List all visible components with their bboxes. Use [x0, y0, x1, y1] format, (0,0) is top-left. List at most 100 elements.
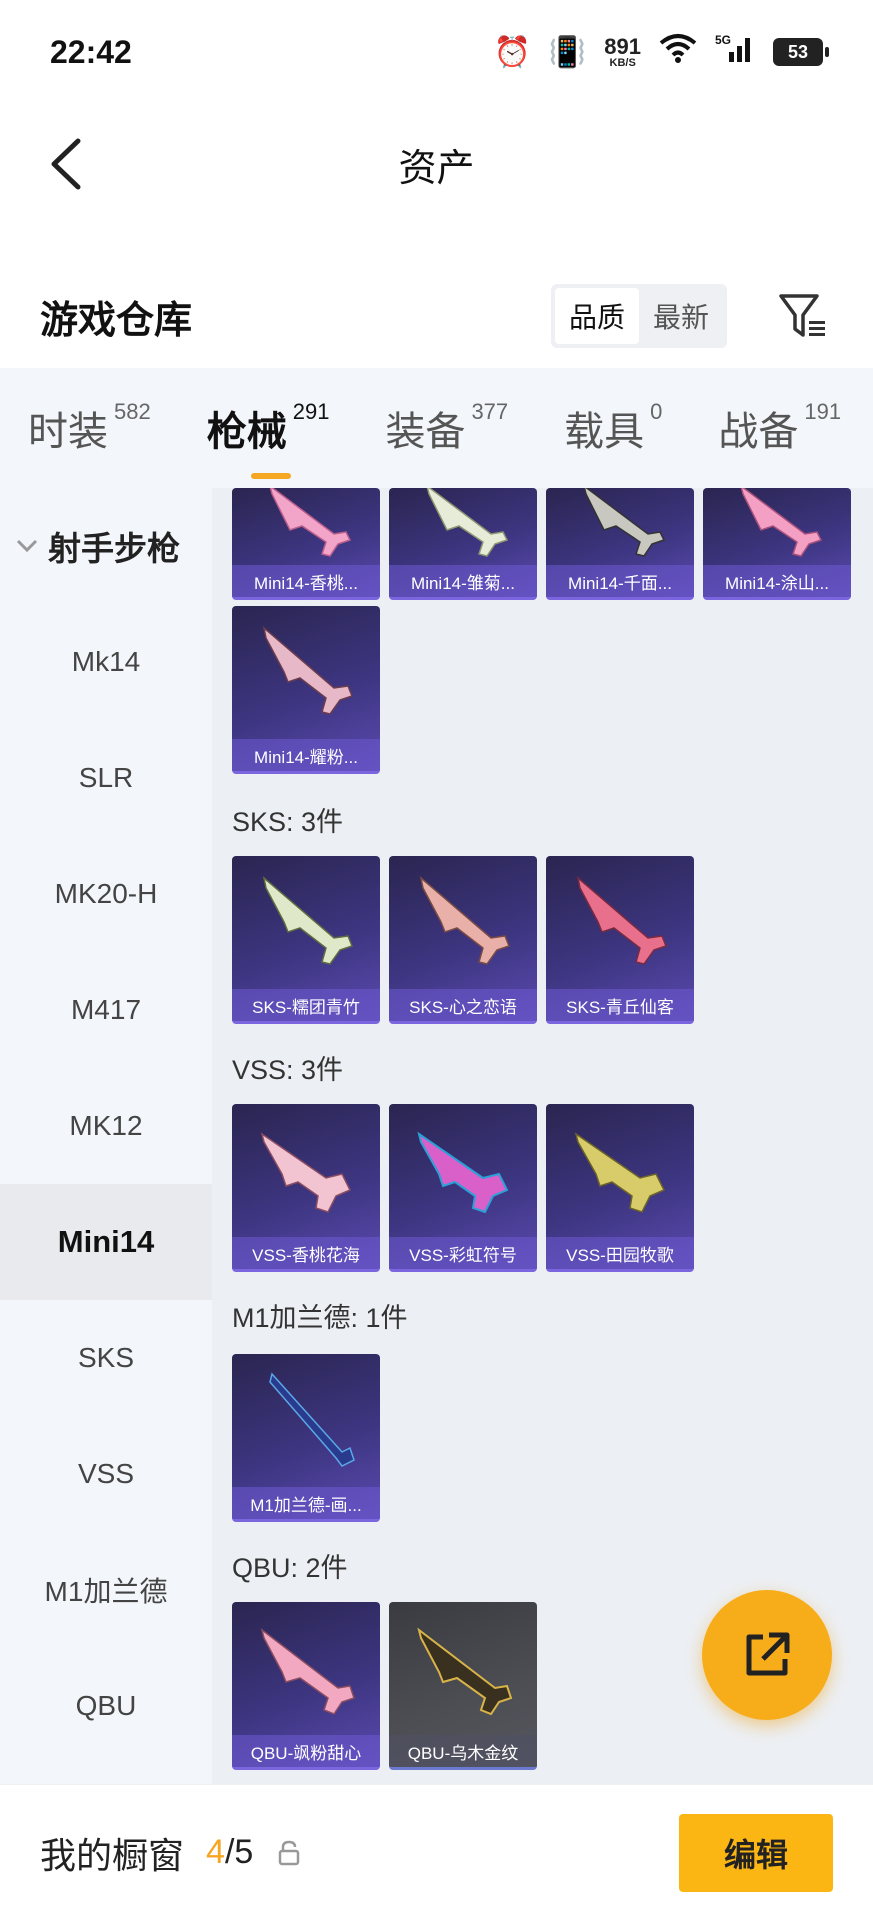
- share-button[interactable]: [702, 1590, 832, 1720]
- sidebar-item-sks[interactable]: SKS: [0, 1300, 212, 1416]
- item-name: Mini14-香桃...: [232, 565, 380, 597]
- rifle-icon: [426, 488, 509, 557]
- sniper-icon: [260, 1132, 352, 1213]
- item-name: Mini14-涂山...: [703, 565, 851, 597]
- vibrate-icon: 📳: [548, 35, 587, 69]
- item-name: Mini14-雏菊...: [389, 565, 537, 597]
- tab-guns[interactable]: 枪械 291: [206, 399, 330, 479]
- rifle-icon: [269, 1372, 355, 1467]
- tab-label: 装备: [385, 410, 466, 454]
- item-card[interactable]: QBU-乌木金纹: [389, 1602, 537, 1770]
- item-card[interactable]: QBU-飒粉甜心: [232, 1602, 380, 1770]
- alarm-icon: ⏰: [493, 35, 531, 69]
- section-header-sks: SKS: 3件: [232, 807, 344, 837]
- sniper-icon: [574, 1132, 666, 1213]
- item-card[interactable]: Mini14-涂山...: [703, 488, 851, 600]
- net-speed-value: 891: [604, 33, 641, 59]
- sidebar: 射手步枪 Mk14 SLR MK20-H M417 MK12 Mini14 SK…: [0, 488, 212, 1784]
- rifle-icon: [583, 488, 666, 557]
- sidebar-item-mk14[interactable]: Mk14: [0, 604, 212, 720]
- tab-vehicles[interactable]: 载具 0: [564, 399, 662, 457]
- item-card[interactable]: SKS-青丘仙客: [546, 856, 694, 1024]
- section-header-qbu: QBU: 2件: [232, 1553, 348, 1583]
- tab-label: 载具: [564, 410, 645, 454]
- active-tab-indicator: [250, 473, 291, 479]
- header: 资产: [0, 104, 873, 224]
- lock-icon: [279, 1840, 300, 1865]
- item-name: Mini14-千面...: [546, 565, 694, 597]
- tab-count: 191: [804, 399, 842, 424]
- item-card[interactable]: SKS-心之恋语: [389, 856, 537, 1024]
- item-name: QBU-乌木金纹: [389, 1735, 537, 1767]
- status-bar: 22:42 ⏰ 📳 891 KB/S 5G 53: [0, 0, 873, 104]
- status-time: 22:42: [50, 33, 132, 70]
- pink-rifle-icon: [740, 488, 823, 557]
- item-card[interactable]: SKS-糯团青竹: [232, 856, 380, 1024]
- item-card[interactable]: Mini14-香桃...: [232, 488, 380, 600]
- item-card[interactable]: Mini14-雏菊...: [389, 488, 537, 600]
- filter-icon: [779, 294, 825, 337]
- showcase-count-total: /5: [224, 1833, 254, 1871]
- rifle-icon: [419, 876, 510, 965]
- item-name: QBU-飒粉甜心: [232, 1735, 380, 1767]
- sidebar-item-slr[interactable]: SLR: [0, 720, 212, 836]
- sort-newest-button[interactable]: 最新: [639, 288, 723, 344]
- item-name: VSS-香桃花海: [232, 1237, 380, 1269]
- sidebar-item-qbu[interactable]: QBU: [0, 1648, 212, 1764]
- item-name: Mini14-耀粉...: [232, 739, 380, 771]
- net-speed: 891 KB/S: [604, 33, 641, 69]
- item-name: SKS-心之恋语: [389, 989, 537, 1021]
- sidebar-group-header[interactable]: 射手步枪: [0, 488, 212, 604]
- edit-button[interactable]: 编辑: [679, 1813, 833, 1892]
- section-header-m1: M1加兰德: 1件: [232, 1303, 408, 1333]
- tab-fashion[interactable]: 时装 582: [28, 399, 151, 457]
- item-card[interactable]: Mini14-千面...: [546, 488, 694, 600]
- sort-quality-button[interactable]: 品质: [554, 288, 639, 344]
- svg-text:5G: 5G: [715, 33, 731, 47]
- chevron-down-icon: [16, 533, 38, 559]
- sidebar-item-mk12[interactable]: MK12: [0, 1068, 212, 1184]
- tab-label: 枪械: [206, 410, 287, 454]
- item-name: VSS-彩虹符号: [389, 1237, 537, 1269]
- item-card[interactable]: VSS-田园牧歌: [546, 1104, 694, 1272]
- sort-toggle: 品质 最新: [550, 284, 727, 348]
- tab-equipment[interactable]: 装备 377: [385, 399, 508, 457]
- item-card[interactable]: M1加兰德-画...: [232, 1354, 380, 1522]
- item-name: SKS-糯团青竹: [232, 989, 380, 1021]
- sidebar-item-vss[interactable]: VSS: [0, 1416, 212, 1532]
- showcase-title: 我的橱窗: [40, 1834, 185, 1876]
- sidebar-item-mk20h[interactable]: MK20-H: [0, 836, 212, 952]
- back-arrow-icon: [51, 138, 81, 190]
- rifle-icon: [262, 876, 353, 965]
- rifle-icon: [576, 876, 667, 965]
- sniper-icon: [260, 1628, 355, 1715]
- tab-supplies[interactable]: 战备 191: [718, 399, 841, 457]
- tab-count: 377: [471, 399, 509, 424]
- share-icon: [746, 1632, 790, 1676]
- tab-label: 时装: [28, 410, 108, 454]
- item-name: VSS-田园牧歌: [546, 1237, 694, 1269]
- tab-count: 0: [650, 399, 663, 424]
- net-speed-unit: KB/S: [609, 56, 636, 69]
- back-button[interactable]: [36, 134, 96, 194]
- filter-button[interactable]: [773, 286, 833, 346]
- item-name: SKS-青丘仙客: [546, 989, 694, 1021]
- battery-icon: 53: [773, 38, 829, 66]
- warehouse-row: 游戏仓库 品质 最新: [0, 268, 873, 364]
- status-icons: ⏰ 📳 891 KB/S 5G 53: [493, 32, 829, 72]
- item-card[interactable]: Mini14-耀粉...: [232, 606, 380, 774]
- wifi-icon: [659, 33, 697, 71]
- item-name: M1加兰德-画...: [232, 1487, 380, 1519]
- tab-count: 291: [292, 399, 330, 424]
- section-header-vss: VSS: 3件: [232, 1055, 344, 1085]
- warehouse-title: 游戏仓库: [40, 299, 193, 342]
- sniper-icon: [417, 1131, 509, 1214]
- tab-count: 582: [114, 399, 151, 424]
- sniper-icon: [417, 1627, 513, 1716]
- signal-icon: 5G: [715, 32, 755, 72]
- item-card[interactable]: VSS-彩虹符号: [389, 1104, 537, 1272]
- sidebar-item-m1-garand[interactable]: M1加兰德: [0, 1532, 212, 1648]
- sidebar-item-mini14[interactable]: Mini14: [0, 1184, 212, 1300]
- item-card[interactable]: VSS-香桃花海: [232, 1104, 380, 1272]
- sidebar-item-m417[interactable]: M417: [0, 952, 212, 1068]
